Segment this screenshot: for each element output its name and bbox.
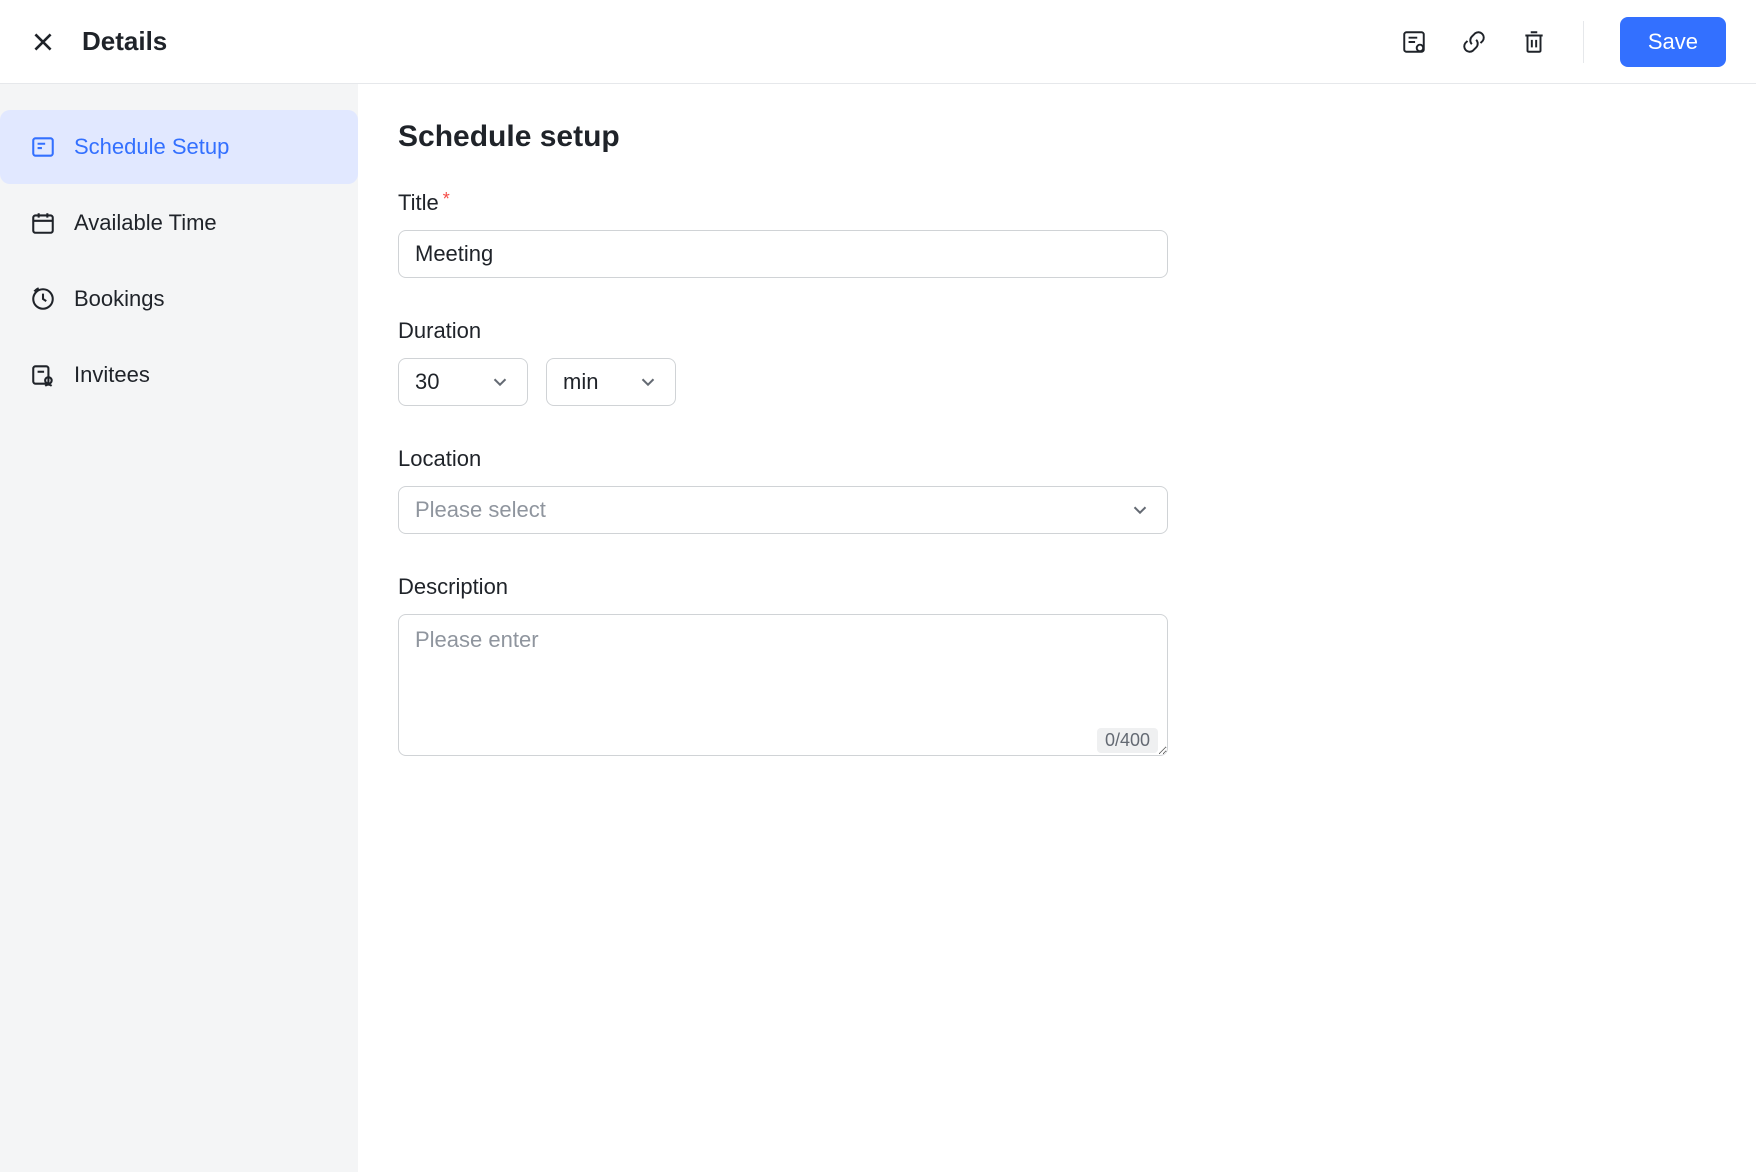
sidebar-item-schedule-setup[interactable]: Schedule Setup [0, 110, 358, 184]
sidebar: Schedule Setup Available Time Bookings I… [0, 84, 358, 1172]
sidebar-item-label: Bookings [74, 286, 165, 312]
char-counter: 0/400 [1097, 728, 1158, 753]
divider [1583, 21, 1584, 63]
sidebar-item-bookings[interactable]: Bookings [0, 262, 358, 336]
chevron-down-icon [489, 371, 511, 393]
clock-icon [30, 286, 56, 312]
field-description: Description 0/400 [398, 574, 1168, 761]
title-input[interactable] [398, 230, 1168, 278]
sidebar-item-label: Available Time [74, 210, 217, 236]
section-heading: Schedule setup [398, 120, 1716, 154]
field-title: Title* [398, 190, 1168, 278]
sidebar-item-available-time[interactable]: Available Time [0, 186, 358, 260]
document-settings-icon[interactable] [1401, 29, 1427, 55]
invitees-icon [30, 362, 56, 388]
field-location: Location Please select [398, 446, 1168, 534]
calendar-icon [30, 210, 56, 236]
sidebar-item-label: Invitees [74, 362, 150, 388]
main-content: Schedule setup Title* Duration 30 min L [358, 84, 1756, 1172]
link-icon[interactable] [1461, 29, 1487, 55]
description-label: Description [398, 574, 1168, 600]
header: Details Save [0, 0, 1756, 84]
duration-value-select[interactable]: 30 [398, 358, 528, 406]
location-label: Location [398, 446, 1168, 472]
chevron-down-icon [637, 371, 659, 393]
chevron-down-icon [1129, 499, 1151, 521]
sidebar-item-label: Schedule Setup [74, 134, 229, 160]
schedule-setup-icon [30, 134, 56, 160]
page-title: Details [82, 26, 167, 57]
field-duration: Duration 30 min [398, 318, 1168, 406]
duration-unit-select[interactable]: min [546, 358, 676, 406]
description-input[interactable] [398, 614, 1168, 756]
title-label: Title* [398, 190, 1168, 216]
duration-label: Duration [398, 318, 1168, 344]
location-select[interactable]: Please select [398, 486, 1168, 534]
sidebar-item-invitees[interactable]: Invitees [0, 338, 358, 412]
close-icon[interactable] [30, 29, 56, 55]
header-left: Details [30, 26, 167, 57]
trash-icon[interactable] [1521, 29, 1547, 55]
save-button[interactable]: Save [1620, 17, 1726, 67]
header-actions: Save [1401, 17, 1726, 67]
